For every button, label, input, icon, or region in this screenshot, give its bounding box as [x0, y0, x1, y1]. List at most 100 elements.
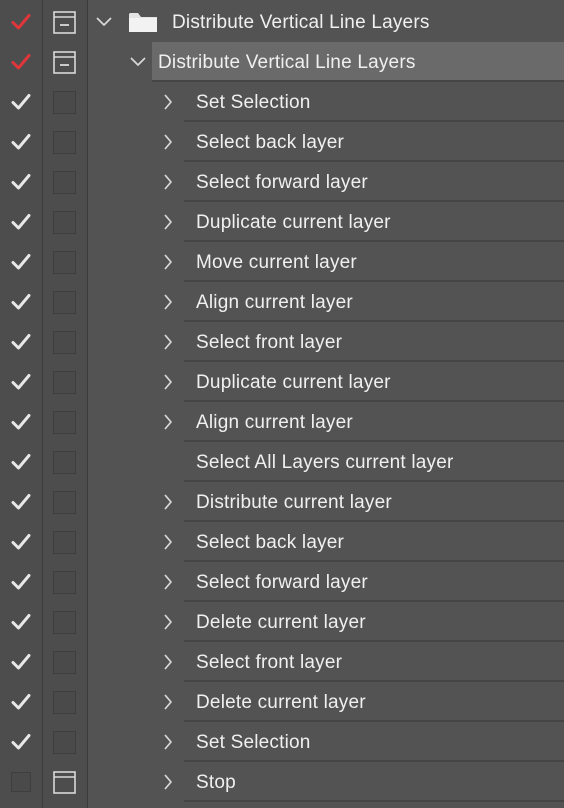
chevron-right-icon[interactable]	[158, 92, 178, 112]
command-row[interactable]: Select back layer	[0, 522, 564, 562]
dialog-toggle-empty[interactable]	[53, 731, 76, 754]
checkmark-icon[interactable]	[10, 531, 32, 553]
dialog-toggle-empty[interactable]	[53, 291, 76, 314]
dialog-toggle-icon[interactable]	[53, 771, 76, 794]
checkmark-icon[interactable]	[10, 251, 32, 273]
command-row[interactable]: Stop	[0, 762, 564, 802]
checkmark-icon[interactable]	[10, 91, 32, 113]
row-label: Select forward layer	[196, 172, 368, 193]
dialog-toggle-empty[interactable]	[53, 131, 76, 154]
dialog-toggle-empty[interactable]	[53, 91, 76, 114]
command-row[interactable]: Duplicate current layer	[0, 362, 564, 402]
chevron-right-icon[interactable]	[158, 492, 178, 512]
command-row[interactable]: Align current layer	[0, 402, 564, 442]
command-row[interactable]: Duplicate current layer	[0, 202, 564, 242]
command-row[interactable]: Select back layer	[0, 122, 564, 162]
command-row[interactable]: Set Selection	[0, 722, 564, 762]
dialog-toggle-icon[interactable]	[53, 11, 76, 34]
row-label: Select back layer	[196, 132, 345, 153]
dialog-toggle-empty[interactable]	[53, 531, 76, 554]
actions-panel: Distribute Vertical Line Layers Distribut…	[0, 0, 564, 808]
row-label: Distribute Vertical Line Layers	[172, 12, 430, 33]
chevron-right-icon[interactable]	[158, 652, 178, 672]
checkmark-icon[interactable]	[10, 11, 32, 33]
chevron-right-icon[interactable]	[158, 612, 178, 632]
command-row[interactable]: Select front layer	[0, 322, 564, 362]
dialog-toggle-empty[interactable]	[53, 691, 76, 714]
chevron-right-icon[interactable]	[158, 372, 178, 392]
row-label: Distribute Vertical Line Layers	[158, 52, 416, 73]
checkmark-icon[interactable]	[10, 491, 32, 513]
chevron-right-icon[interactable]	[158, 132, 178, 152]
command-row[interactable]: Select front layer	[0, 642, 564, 682]
command-row[interactable]: Delete current layer	[0, 682, 564, 722]
row-label: Select All Layers current layer	[196, 452, 454, 473]
checkmark-icon[interactable]	[10, 651, 32, 673]
row-label: Duplicate current layer	[196, 372, 391, 393]
checkmark-icon[interactable]	[10, 691, 32, 713]
checkmark-icon[interactable]	[10, 331, 32, 353]
row-label: Delete current layer	[196, 692, 366, 713]
checkmark-icon[interactable]	[10, 611, 32, 633]
checkmark-icon[interactable]	[10, 371, 32, 393]
command-row[interactable]: Align current layer	[0, 282, 564, 322]
command-row[interactable]: Select forward layer	[0, 562, 564, 602]
dialog-toggle-empty[interactable]	[53, 611, 76, 634]
chevron-down-icon[interactable]	[128, 52, 148, 72]
row-label-cell[interactable]	[184, 762, 564, 802]
chevron-right-icon[interactable]	[158, 572, 178, 592]
row-label: Set Selection	[196, 732, 311, 753]
row-label: Select forward layer	[196, 572, 368, 593]
command-row[interactable]: Move current layer	[0, 242, 564, 282]
checkmark-icon[interactable]	[10, 451, 32, 473]
folder-icon	[128, 11, 158, 33]
chevron-right-icon[interactable]	[158, 732, 178, 752]
checkmark-icon[interactable]	[10, 171, 32, 193]
chevron-right-icon[interactable]	[158, 412, 178, 432]
command-row[interactable]: Select forward layer	[0, 162, 564, 202]
chevron-right-icon[interactable]	[158, 332, 178, 352]
dialog-toggle-empty[interactable]	[53, 451, 76, 474]
dialog-toggle-empty[interactable]	[53, 411, 76, 434]
command-row[interactable]: Set Selection	[0, 82, 564, 122]
action-row[interactable]: Distribute Vertical Line Layers	[0, 42, 564, 82]
row-label: Duplicate current layer	[196, 212, 391, 233]
dialog-toggle-empty[interactable]	[53, 251, 76, 274]
row-label: Align current layer	[196, 412, 353, 433]
checkmark-icon[interactable]	[10, 51, 32, 73]
row-label: Set Selection	[196, 92, 311, 113]
chevron-right-icon[interactable]	[158, 292, 178, 312]
checkmark-icon[interactable]	[10, 571, 32, 593]
checkmark-icon[interactable]	[10, 411, 32, 433]
dialog-toggle-empty[interactable]	[53, 571, 76, 594]
row-label: Move current layer	[196, 252, 357, 273]
dialog-toggle-empty[interactable]	[53, 211, 76, 234]
chevron-right-icon[interactable]	[158, 772, 178, 792]
checkmark-icon[interactable]	[10, 131, 32, 153]
chevron-down-icon[interactable]	[94, 12, 114, 32]
dialog-toggle-empty[interactable]	[53, 371, 76, 394]
dialog-toggle-empty[interactable]	[53, 651, 76, 674]
action-set-row[interactable]: Distribute Vertical Line Layers	[0, 2, 564, 42]
checkmark-icon[interactable]	[10, 211, 32, 233]
command-row[interactable]: Select All Layers current layer	[0, 442, 564, 482]
row-label: Distribute current layer	[196, 492, 392, 513]
checkmark-icon[interactable]	[10, 731, 32, 753]
dialog-toggle-empty[interactable]	[53, 171, 76, 194]
chevron-right-icon[interactable]	[158, 692, 178, 712]
command-row[interactable]: Delete current layer	[0, 602, 564, 642]
dialog-toggle-empty[interactable]	[53, 491, 76, 514]
row-label: Align current layer	[196, 292, 353, 313]
dialog-toggle-empty[interactable]	[53, 331, 76, 354]
chevron-right-icon[interactable]	[158, 212, 178, 232]
row-label: Stop	[196, 772, 236, 793]
chevron-right-icon[interactable]	[158, 252, 178, 272]
checkmark-icon[interactable]	[10, 291, 32, 313]
row-label: Select front layer	[196, 652, 343, 673]
chevron-right-icon[interactable]	[158, 172, 178, 192]
chevron-right-icon[interactable]	[158, 532, 178, 552]
dialog-toggle-icon[interactable]	[53, 51, 76, 74]
row-label: Select front layer	[196, 332, 343, 353]
item-toggle-empty[interactable]	[11, 772, 31, 792]
command-row[interactable]: Distribute current layer	[0, 482, 564, 522]
